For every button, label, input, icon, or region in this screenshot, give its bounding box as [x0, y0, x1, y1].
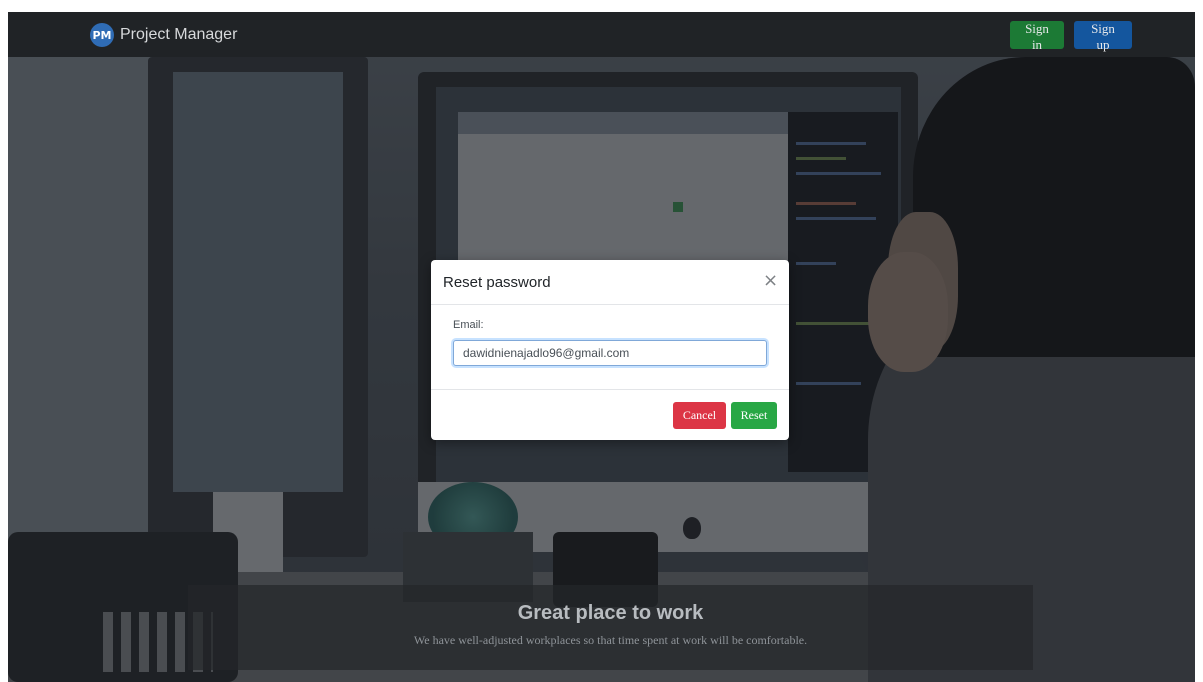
- modal-body: Email:: [431, 305, 789, 390]
- brand-link[interactable]: PM Project Manager: [90, 22, 237, 48]
- email-field[interactable]: [453, 340, 767, 366]
- cancel-button[interactable]: Cancel: [673, 402, 726, 429]
- brand-name: Project Manager: [120, 26, 238, 43]
- brand-logo-icon: PM: [90, 23, 114, 47]
- carousel-caption: Great place to work We have well-adjuste…: [188, 585, 1033, 670]
- sign-in-button[interactable]: Sign in: [1010, 21, 1064, 52]
- caption-title: Great place to work: [517, 602, 704, 624]
- reset-password-modal: Reset password × Email: Cancel Reset: [431, 260, 789, 440]
- modal-header: Reset password ×: [431, 260, 789, 305]
- modal-footer: Cancel Reset: [431, 390, 789, 440]
- caption-text: We have well-adjusted workplaces so that…: [413, 633, 808, 647]
- close-icon[interactable]: ×: [757, 270, 779, 292]
- brand-logo-text: PM: [92, 28, 112, 42]
- navbar: PM Project Manager Sign in Sign up: [8, 12, 1195, 57]
- page: PM Project Manager Sign in Sign up Great…: [8, 12, 1195, 682]
- reset-button[interactable]: Reset: [731, 402, 777, 429]
- sign-up-button[interactable]: Sign up: [1074, 21, 1132, 52]
- email-label: Email:: [453, 319, 484, 331]
- modal-title: Reset password: [443, 274, 551, 291]
